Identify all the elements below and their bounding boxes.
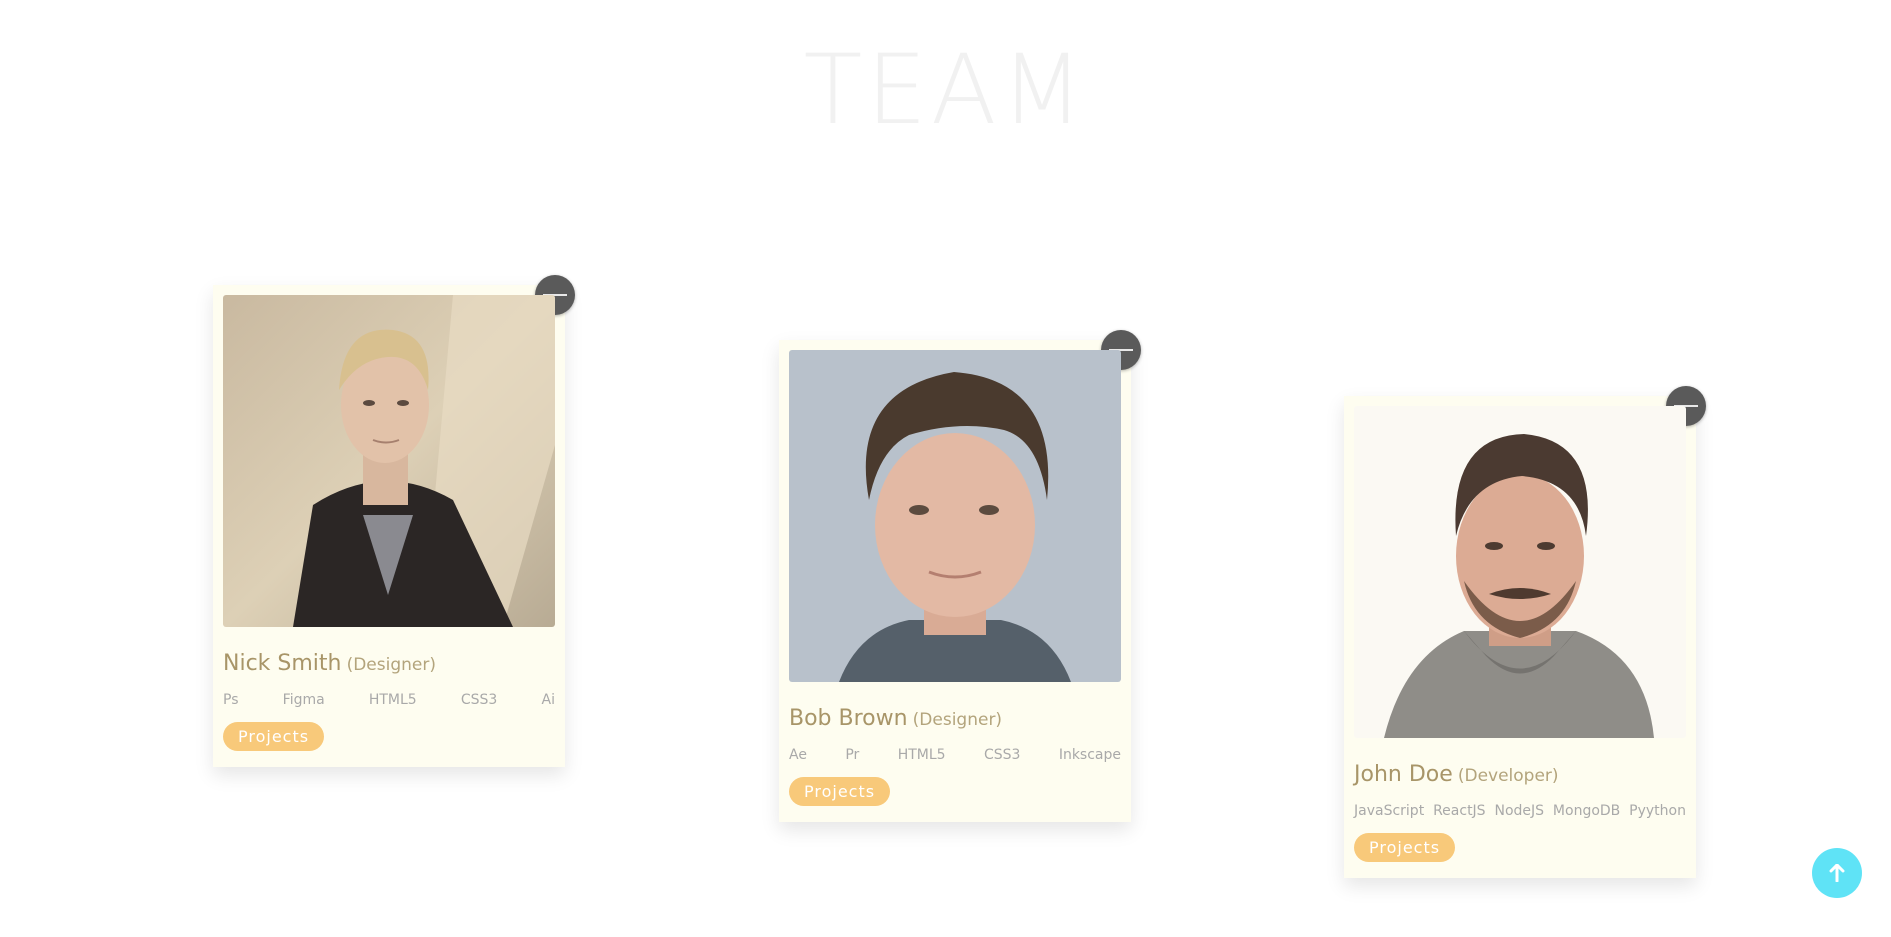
skills-list: Ae Pr HTML5 CSS3 Inkscape xyxy=(789,747,1121,763)
arrow-up-icon xyxy=(1829,864,1845,882)
team-page: TEAM Nick Smith (Designer) Ps Figma HTML… xyxy=(0,0,1891,937)
title-section: TEAM xyxy=(0,30,1891,198)
page-title: TEAM xyxy=(764,30,1128,198)
skill-tag: HTML5 xyxy=(368,692,417,708)
skill-tag: Ae xyxy=(789,747,807,763)
skill-tag: Inkscape xyxy=(1058,747,1121,763)
skill-tag: Ps xyxy=(223,692,239,708)
member-photo xyxy=(1354,406,1686,738)
skill-tag: Figma xyxy=(282,692,325,708)
projects-button[interactable]: Projects xyxy=(1354,833,1456,862)
skill-tag: Pyython xyxy=(1629,803,1686,819)
member-role: (Developer) xyxy=(1457,766,1559,786)
member-name-line: John Doe (Developer) xyxy=(1354,762,1686,787)
member-name-line: Bob Brown (Designer) xyxy=(789,706,1121,731)
skill-tag: JavaScript xyxy=(1354,803,1425,819)
projects-button[interactable]: Projects xyxy=(789,777,891,806)
skill-tag: HTML5 xyxy=(897,747,946,763)
member-role: (Designer) xyxy=(346,655,436,675)
member-name: Bob Brown xyxy=(789,706,908,731)
skills-list: JavaScript ReactJS NodeJS MongoDB Pyytho… xyxy=(1354,803,1686,819)
skills-list: Ps Figma HTML5 CSS3 Ai xyxy=(223,692,555,708)
skill-tag: Pr xyxy=(845,747,860,763)
skill-tag: ReactJS xyxy=(1433,803,1486,819)
scroll-top-button[interactable] xyxy=(1812,848,1862,898)
team-card: John Doe (Developer) JavaScript ReactJS … xyxy=(1344,386,1706,878)
skill-tag: MongoDB xyxy=(1552,803,1621,819)
skill-tag: CSS3 xyxy=(983,747,1021,763)
member-name: Nick Smith xyxy=(223,651,342,676)
member-photo xyxy=(223,295,555,627)
member-photo xyxy=(789,350,1121,682)
team-card: Bob Brown (Designer) Ae Pr HTML5 CSS3 In… xyxy=(779,330,1141,822)
projects-button[interactable]: Projects xyxy=(223,722,325,751)
member-name: John Doe xyxy=(1354,762,1453,787)
skill-tag: NodeJS xyxy=(1494,803,1545,819)
skill-tag: Ai xyxy=(541,692,555,708)
member-role: (Designer) xyxy=(912,710,1003,730)
member-name-line: Nick Smith (Designer) xyxy=(223,651,555,676)
team-card: Nick Smith (Designer) Ps Figma HTML5 CSS… xyxy=(213,275,575,767)
skill-tag: CSS3 xyxy=(460,692,498,708)
